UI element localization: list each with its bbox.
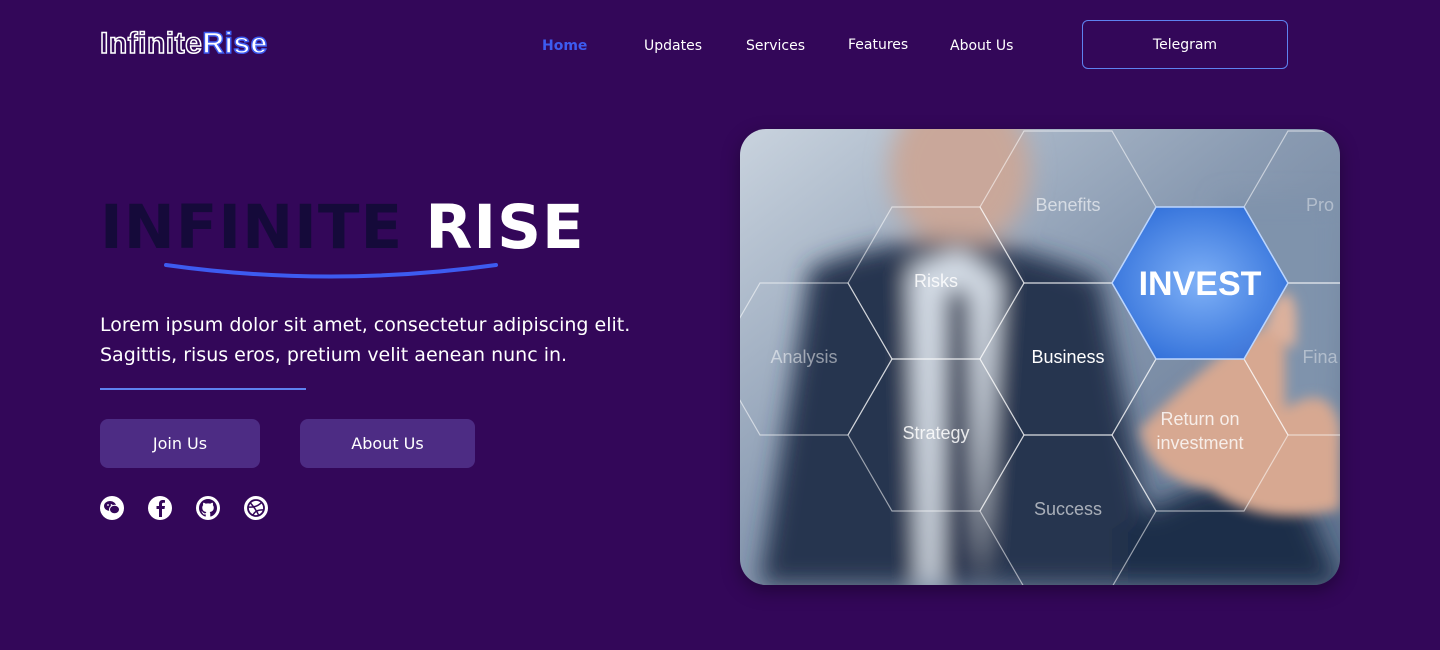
hero-image: Benefits Risks INVEST Analysis Business … (740, 129, 1340, 585)
nav-features[interactable]: Features (848, 35, 908, 55)
hero-title-infinite: INFINITE (100, 192, 404, 263)
nav-about-us[interactable]: About Us (950, 36, 1013, 56)
invest-hexagon-illustration: Benefits Risks INVEST Analysis Business … (740, 129, 1340, 585)
hero-description-line-1: Lorem ipsum dolor sit amet, consectetur … (100, 314, 631, 336)
hex-label-strategy: Strategy (902, 423, 969, 443)
title-underline (164, 263, 498, 279)
hex-label-fina: Fina (1302, 347, 1338, 367)
hex-label-risks: Risks (914, 271, 958, 291)
hex-label-pro: Pro (1306, 195, 1334, 215)
github-icon[interactable] (196, 496, 220, 520)
logo[interactable]: InfiniteRise (99, 24, 268, 64)
join-us-label: Join Us (152, 434, 208, 453)
logo-part-infinite: Infinite (99, 26, 203, 61)
hero-description: Lorem ipsum dolor sit amet, consectetur … (100, 310, 720, 370)
hex-label-success: Success (1034, 499, 1102, 519)
divider (100, 388, 306, 390)
logo-part-rise: Rise (202, 26, 268, 61)
hex-label-return-on: Return on (1160, 409, 1239, 429)
about-us-label: About Us (351, 434, 424, 453)
hero-title: INFINITE RISE (100, 190, 585, 266)
nav-home[interactable]: Home (542, 36, 587, 56)
telegram-button[interactable]: Telegram (1082, 20, 1288, 69)
hex-label-analysis: Analysis (770, 347, 837, 367)
wechat-icon[interactable] (100, 496, 124, 520)
hex-label-invest: INVEST (1139, 265, 1262, 303)
nav-updates[interactable]: Updates (644, 36, 702, 56)
telegram-button-label: Telegram (1152, 36, 1218, 53)
hero-description-line-2: Sagittis, risus eros, pretium velit aene… (100, 344, 568, 366)
dribbble-icon[interactable] (244, 496, 268, 520)
hex-label-business: Business (1031, 347, 1104, 367)
facebook-icon[interactable] (148, 496, 172, 520)
hex-label-investment: investment (1156, 433, 1243, 453)
join-us-button[interactable]: Join Us (100, 419, 260, 468)
about-us-button[interactable]: About Us (300, 419, 475, 468)
hex-label-benefits: Benefits (1035, 195, 1100, 215)
hero-title-rise: RISE (425, 192, 585, 263)
nav-services[interactable]: Services (746, 36, 805, 56)
